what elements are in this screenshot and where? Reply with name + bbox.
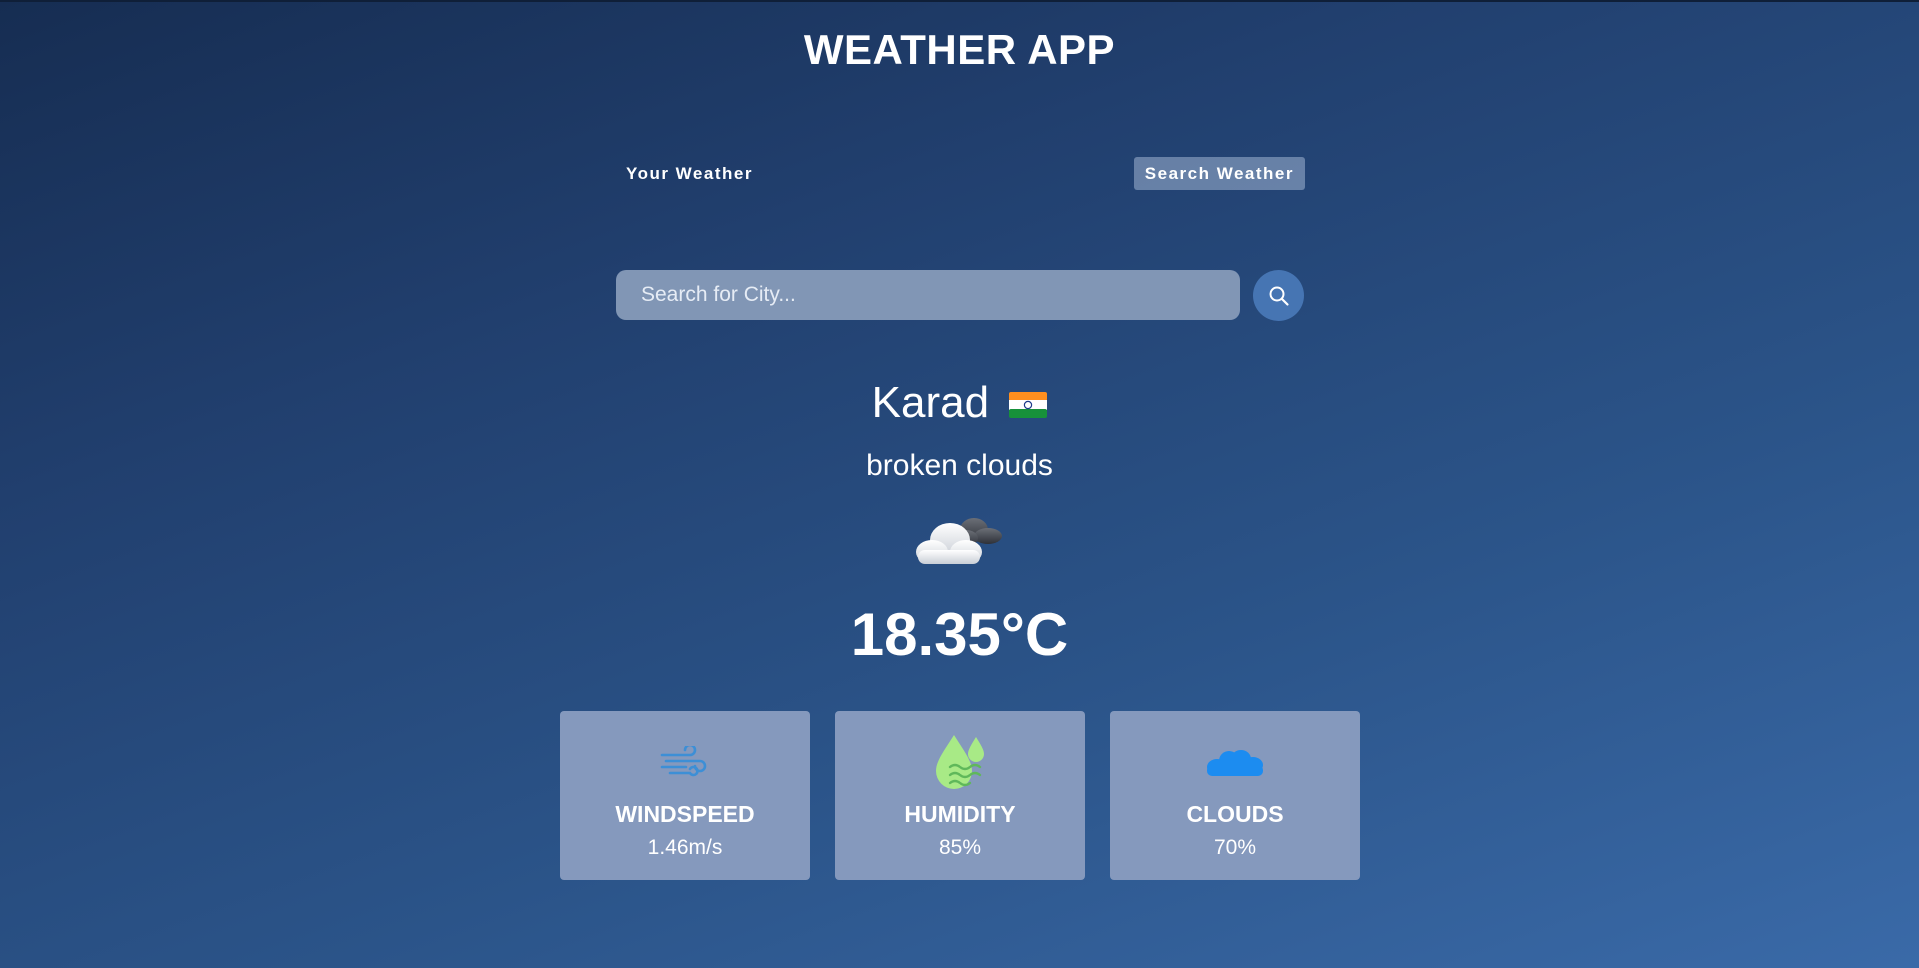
tab-search-weather[interactable]: Search Weather	[1133, 157, 1305, 190]
humidity-card: HUMIDITY 85%	[835, 711, 1085, 880]
weather-stats: WINDSPEED 1.46m/s HUMIDITY 85% CLOUDS 70…	[560, 711, 1360, 880]
humidity-value: 85%	[938, 836, 982, 859]
clouds-card: CLOUDS 70%	[1110, 711, 1360, 880]
city-search-input[interactable]	[616, 270, 1240, 320]
city-heading: Karad	[0, 378, 1919, 428]
clouds-value: 70%	[1213, 836, 1257, 859]
search-button[interactable]	[1253, 270, 1304, 321]
wind-icon	[660, 746, 707, 777]
india-flag-icon	[1009, 392, 1048, 419]
top-border	[0, 0, 1919, 2]
humidity-icon	[936, 735, 984, 789]
search-bar	[616, 270, 1304, 321]
search-icon	[1269, 286, 1289, 306]
tab-your-weather[interactable]: Your Weather	[615, 157, 764, 190]
tab-bar: Your Weather Search Weather	[615, 157, 1305, 190]
city-name: Karad	[871, 378, 990, 427]
windspeed-value: 1.46m/s	[647, 836, 723, 859]
app-title: WEATHER APP	[803, 26, 1116, 73]
temperature: 18.35°C	[850, 601, 1069, 668]
humidity-label: HUMIDITY	[904, 801, 1016, 827]
clouds-label: CLOUDS	[1186, 801, 1284, 827]
windspeed-label: WINDSPEED	[615, 801, 755, 827]
windspeed-card: WINDSPEED 1.46m/s	[560, 711, 810, 880]
weather-description: broken clouds	[866, 449, 1053, 482]
cloud-icon	[916, 518, 1002, 564]
clouds-icon	[1207, 750, 1263, 776]
